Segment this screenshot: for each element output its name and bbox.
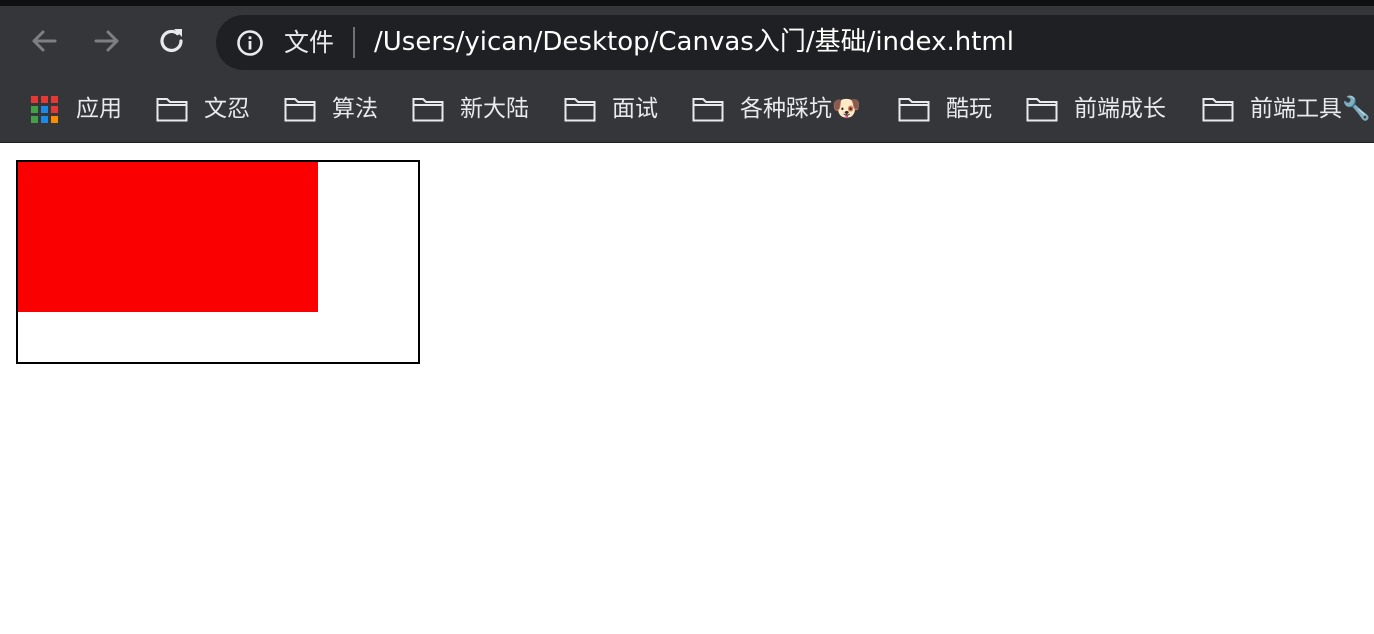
bookmark-label: 文忍 [204,96,250,122]
bookmarks-bar: 应用 文忍 算法 新大陆 面试 各种踩坑🐶 酷玩 前端成长 前端工具🔧 [0,76,1374,143]
bookmark-label: 各种踩坑🐶 [740,96,861,122]
canvas-element [16,160,420,364]
folder-icon [412,96,444,122]
canvas-drawing [18,162,318,312]
bookmark-label: 前端成长 [1074,96,1166,122]
bookmark-label: 前端工具🔧 [1250,96,1371,122]
bookmark-label: 酷玩 [946,96,992,122]
info-icon [237,30,263,56]
apps-label[interactable]: 应用 [76,91,122,127]
bookmark-folder[interactable]: 酷玩 [898,91,992,127]
bookmark-folder[interactable]: 面试 [564,91,658,127]
bookmark-folder[interactable]: 各种踩坑🐶 [692,91,861,127]
folder-icon [156,96,188,122]
page-content [0,144,1374,634]
reload-button[interactable] [154,21,190,61]
forward-button[interactable] [89,21,125,61]
site-info-button[interactable] [236,29,264,57]
folder-icon [564,96,596,122]
bookmark-label: 算法 [332,96,378,122]
bookmark-label: 新大陆 [460,96,529,122]
arrow-right-icon [94,30,119,52]
folder-icon [1202,96,1234,122]
bookmark-label: 面试 [612,96,658,122]
bookmark-folder[interactable]: 新大陆 [412,91,529,127]
apps-grid-icon[interactable] [31,96,59,124]
folder-icon [898,96,930,122]
address-separator [353,27,355,58]
url-text[interactable]: /Users/yican/Desktop/Canvas入门/基础/index.h… [374,25,1014,60]
folder-icon [692,96,724,122]
browser-toolbar: 文件 /Users/yican/Desktop/Canvas入门/基础/inde… [0,6,1374,76]
bookmark-folder[interactable]: 文忍 [156,91,250,127]
scheme-label: 文件 [284,28,335,57]
arrow-left-icon [32,30,57,52]
folder-icon [284,96,316,122]
bookmark-folder[interactable]: 前端成长 [1026,91,1166,127]
folder-icon [1026,96,1058,122]
red-rectangle [18,162,318,312]
back-button[interactable] [26,21,62,61]
bookmark-folder[interactable]: 算法 [284,91,378,127]
bookmark-folder[interactable]: 前端工具🔧 [1202,91,1371,127]
reload-icon [160,29,183,53]
address-bar[interactable]: 文件 /Users/yican/Desktop/Canvas入门/基础/inde… [216,15,1374,70]
